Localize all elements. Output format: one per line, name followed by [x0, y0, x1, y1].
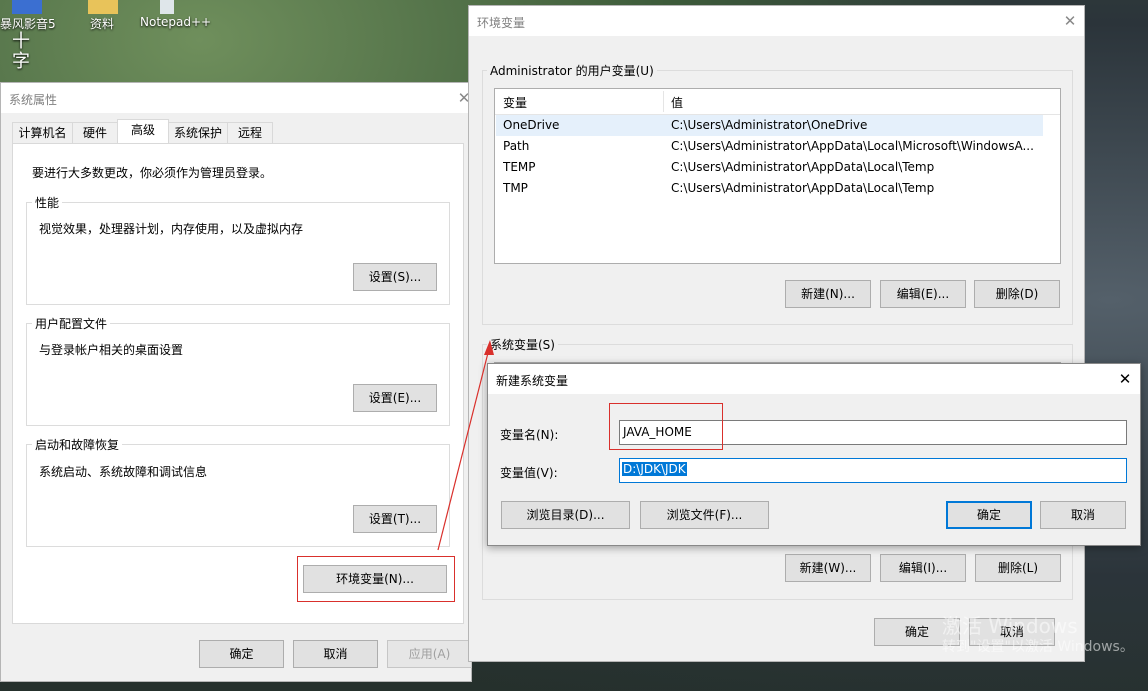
annotation-arrow [437, 340, 494, 551]
activation-watermark-subtitle: 转到"设置"以激活 Windows。 [942, 639, 1134, 655]
activation-watermark-title: 激活 Windows [942, 614, 1078, 638]
